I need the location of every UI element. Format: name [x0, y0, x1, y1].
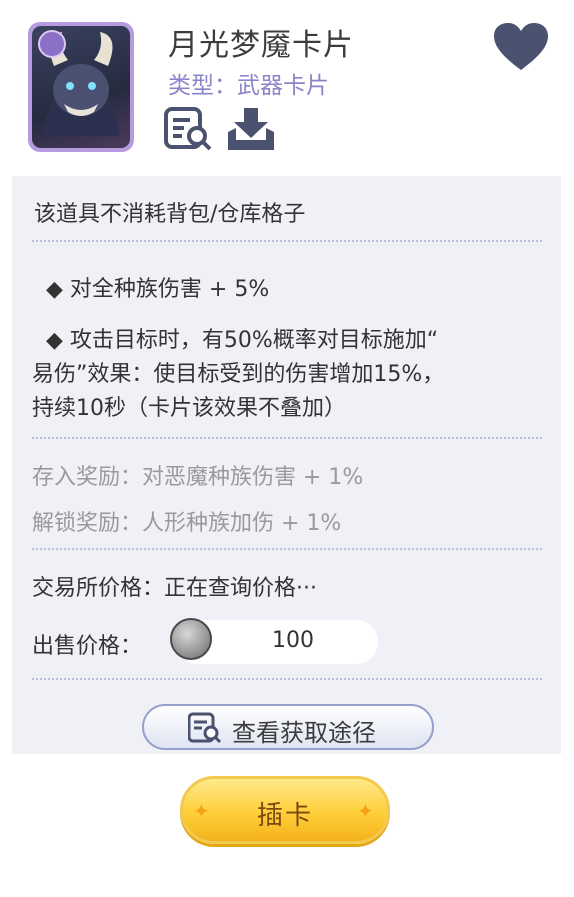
weapon-badge-icon [38, 30, 66, 58]
download-tray-icon[interactable] [226, 106, 276, 152]
unlock-reward: 解锁奖励：人形种族加伤 + 1% [32, 511, 342, 536]
effect-line: ◆ 对全种族伤害 + 5% [46, 277, 270, 302]
monster-art [32, 26, 130, 148]
favorite-heart-icon[interactable] [492, 22, 550, 72]
effect-line: ◆ 攻击目标时，有50%概率对目标施加“ [46, 328, 439, 353]
card-portrait[interactable] [28, 22, 134, 152]
zeny-coin-icon [170, 618, 212, 660]
sell-price-value: 100 [272, 628, 314, 653]
card-info-icon[interactable] [164, 106, 214, 152]
item-type: 类型：武器卡片 [168, 73, 329, 99]
effect-line: 持续10秒（卡片该效果不叠加） [32, 396, 346, 421]
deposit-reward: 存入奖励：对恶魔种族伤害 + 1% [32, 465, 364, 490]
storage-note: 该道具不消耗背包/仓库格子 [34, 202, 306, 227]
item-details-panel: 该道具不消耗背包/仓库格子 ◆ 对全种族伤害 + 5% ◆ 攻击目标时，有50%… [12, 176, 561, 754]
divider [32, 678, 542, 680]
view-sources-button[interactable]: 查看获取途径 [142, 704, 434, 750]
view-sources-label: 查看获取途径 [232, 719, 376, 747]
effect-line: 易伤”效果：使目标受到的伤害增加15%， [32, 362, 445, 387]
sell-price-label: 出售价格： [32, 634, 143, 659]
insert-card-button[interactable]: ✦ 插卡 ✦ [180, 776, 390, 844]
source-info-icon [188, 712, 222, 744]
exchange-price: 交易所价格：正在查询价格··· [32, 576, 317, 601]
sparkle-right-icon: ✦ [357, 799, 374, 823]
divider [32, 240, 542, 242]
item-title: 月光梦魇卡片 [168, 28, 354, 63]
divider [32, 548, 542, 550]
divider [32, 437, 542, 439]
